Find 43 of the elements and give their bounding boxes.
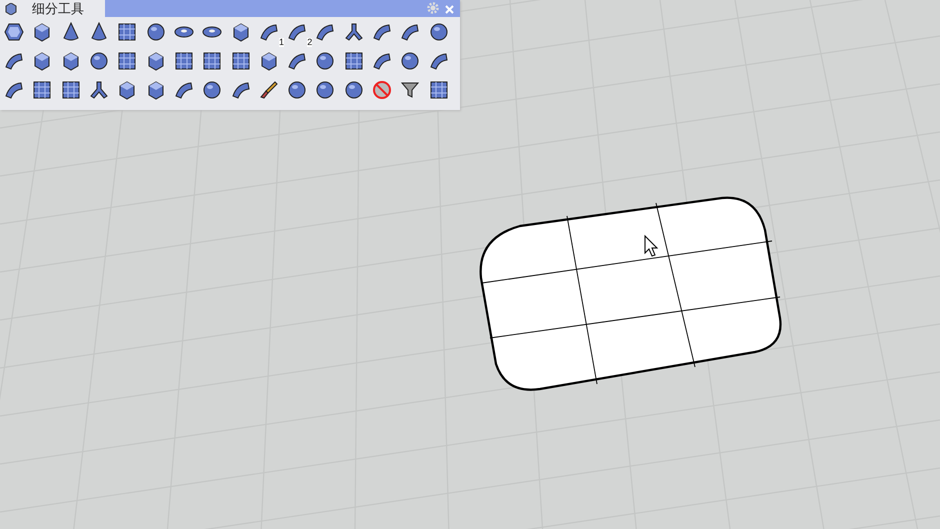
sphere-icon[interactable]	[344, 80, 364, 100]
grid-icon[interactable]	[202, 51, 222, 71]
brush-icon[interactable]	[258, 80, 279, 100]
curved-surface-icon[interactable]	[174, 80, 194, 100]
prohibited-icon[interactable]	[372, 80, 392, 100]
curved-surface-icon[interactable]	[372, 22, 392, 42]
curved-surface-icon[interactable]	[315, 22, 336, 42]
toolbar-title: 细分工具	[32, 2, 84, 15]
curved-surface-icon[interactable]	[400, 22, 420, 42]
curved-surface-icon[interactable]	[4, 51, 24, 71]
sphere-icon[interactable]	[315, 51, 336, 71]
cursor-icon	[644, 234, 658, 257]
grid-icon[interactable]	[428, 80, 449, 100]
grid-icon[interactable]	[32, 80, 52, 100]
funnel-icon[interactable]	[400, 80, 420, 100]
cone-icon[interactable]	[60, 22, 81, 42]
icon-number: 2	[307, 38, 312, 47]
close-icon[interactable]	[445, 5, 454, 14]
curved-surface-icon[interactable]	[258, 22, 279, 42]
grid-icon[interactable]	[117, 51, 138, 71]
grid-icon[interactable]	[174, 51, 194, 71]
curved-surface-icon[interactable]	[287, 22, 308, 42]
grid-icon[interactable]	[117, 22, 138, 42]
cone-icon[interactable]	[89, 22, 110, 42]
branch-icon[interactable]	[89, 80, 110, 100]
hexagon-icon[interactable]	[4, 22, 24, 42]
icon-number: 1	[278, 38, 284, 47]
sphere-icon[interactable]	[287, 80, 308, 100]
curved-surface-icon[interactable]	[230, 80, 251, 100]
sphere-icon[interactable]	[315, 80, 336, 100]
grid-icon[interactable]	[344, 51, 364, 71]
sphere-icon[interactable]	[89, 51, 110, 71]
sphere-icon[interactable]	[146, 22, 166, 42]
curved-surface-icon[interactable]	[287, 51, 308, 71]
grid-icon[interactable]	[60, 80, 81, 100]
curved-surface-icon[interactable]	[372, 51, 392, 71]
curved-surface-icon[interactable]	[428, 51, 449, 71]
sphere-icon[interactable]	[202, 80, 222, 100]
branch-icon[interactable]	[344, 22, 364, 42]
sphere-icon[interactable]	[428, 22, 449, 42]
curved-surface-icon[interactable]	[4, 80, 24, 100]
sphere-icon[interactable]	[400, 51, 420, 71]
grid-icon[interactable]	[230, 51, 251, 71]
